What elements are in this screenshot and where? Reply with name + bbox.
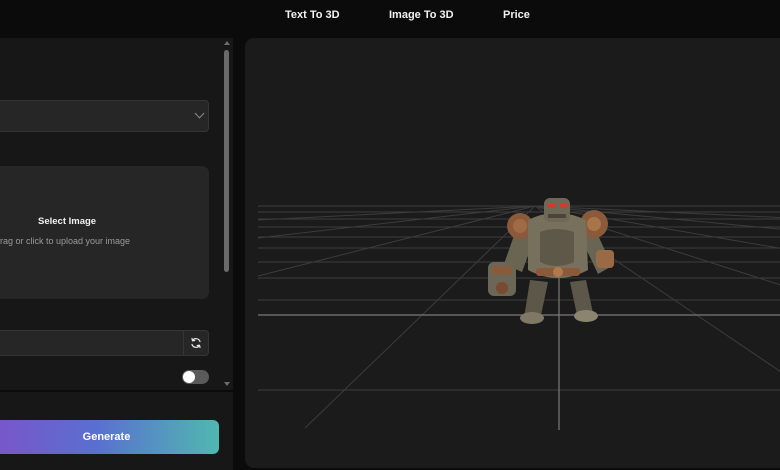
toggle-knob (183, 371, 195, 383)
scroll-up-arrow-icon[interactable] (224, 41, 230, 45)
upload-hint: rag or click to upload your image (0, 236, 131, 246)
model-viewer[interactable] (245, 38, 780, 468)
option-toggle[interactable] (182, 370, 209, 384)
scrollbar-thumb[interactable] (224, 50, 229, 272)
image-upload-dropzone[interactable] (0, 166, 209, 299)
scroll-down-arrow-icon[interactable] (224, 382, 230, 386)
seed-input[interactable] (0, 330, 184, 356)
refresh-icon (191, 337, 201, 349)
model-select-dropdown[interactable] (0, 100, 209, 132)
golem-3d-model (488, 198, 614, 324)
upload-title: Select Image (38, 216, 97, 227)
nav-price[interactable]: Price (503, 9, 530, 21)
top-navigation: Text To 3D Image To 3D Price (0, 0, 780, 34)
generate-button[interactable]: Generate (0, 420, 219, 454)
nav-image-to-3d[interactable]: Image To 3D (389, 9, 454, 21)
refresh-seed-button[interactable] (183, 330, 209, 356)
nav-text-to-3d[interactable]: Text To 3D (285, 9, 340, 21)
